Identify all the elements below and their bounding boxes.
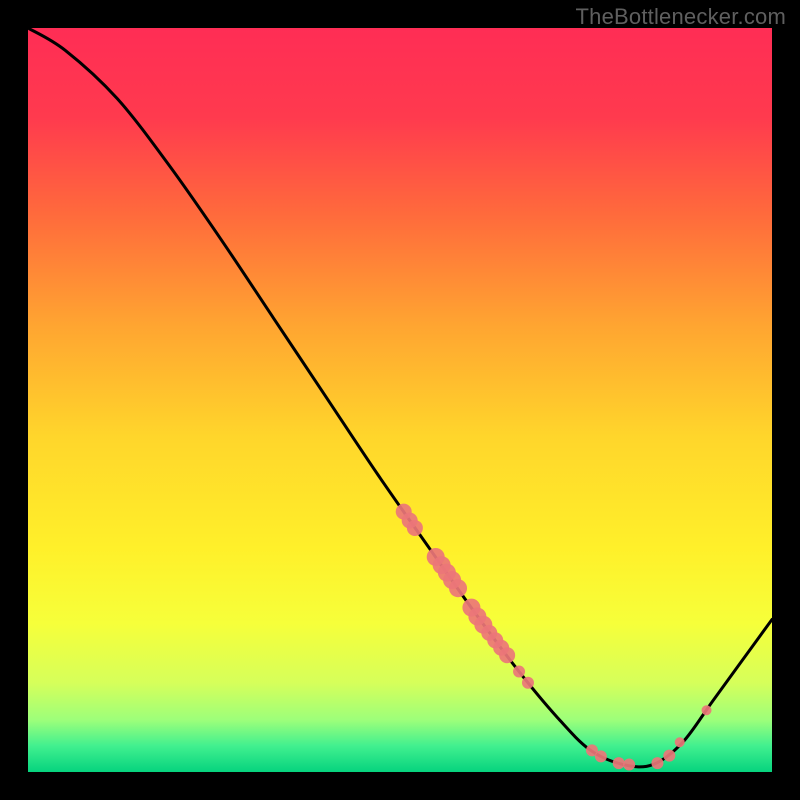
chart-stage: TheBottlenecker.com bbox=[0, 0, 800, 800]
data-point bbox=[595, 750, 607, 762]
plot-area bbox=[28, 28, 772, 772]
data-point bbox=[407, 520, 423, 536]
watermark-text: TheBottlenecker.com bbox=[576, 4, 786, 30]
data-point bbox=[513, 666, 525, 678]
data-point bbox=[499, 647, 515, 663]
data-point bbox=[623, 759, 635, 771]
data-point bbox=[663, 750, 675, 762]
data-point bbox=[651, 757, 663, 769]
chart-svg bbox=[28, 28, 772, 772]
data-point bbox=[675, 737, 685, 747]
data-point bbox=[702, 705, 712, 715]
data-point bbox=[613, 757, 625, 769]
gradient-background bbox=[28, 28, 772, 772]
data-point bbox=[522, 677, 534, 689]
data-point bbox=[449, 579, 467, 597]
